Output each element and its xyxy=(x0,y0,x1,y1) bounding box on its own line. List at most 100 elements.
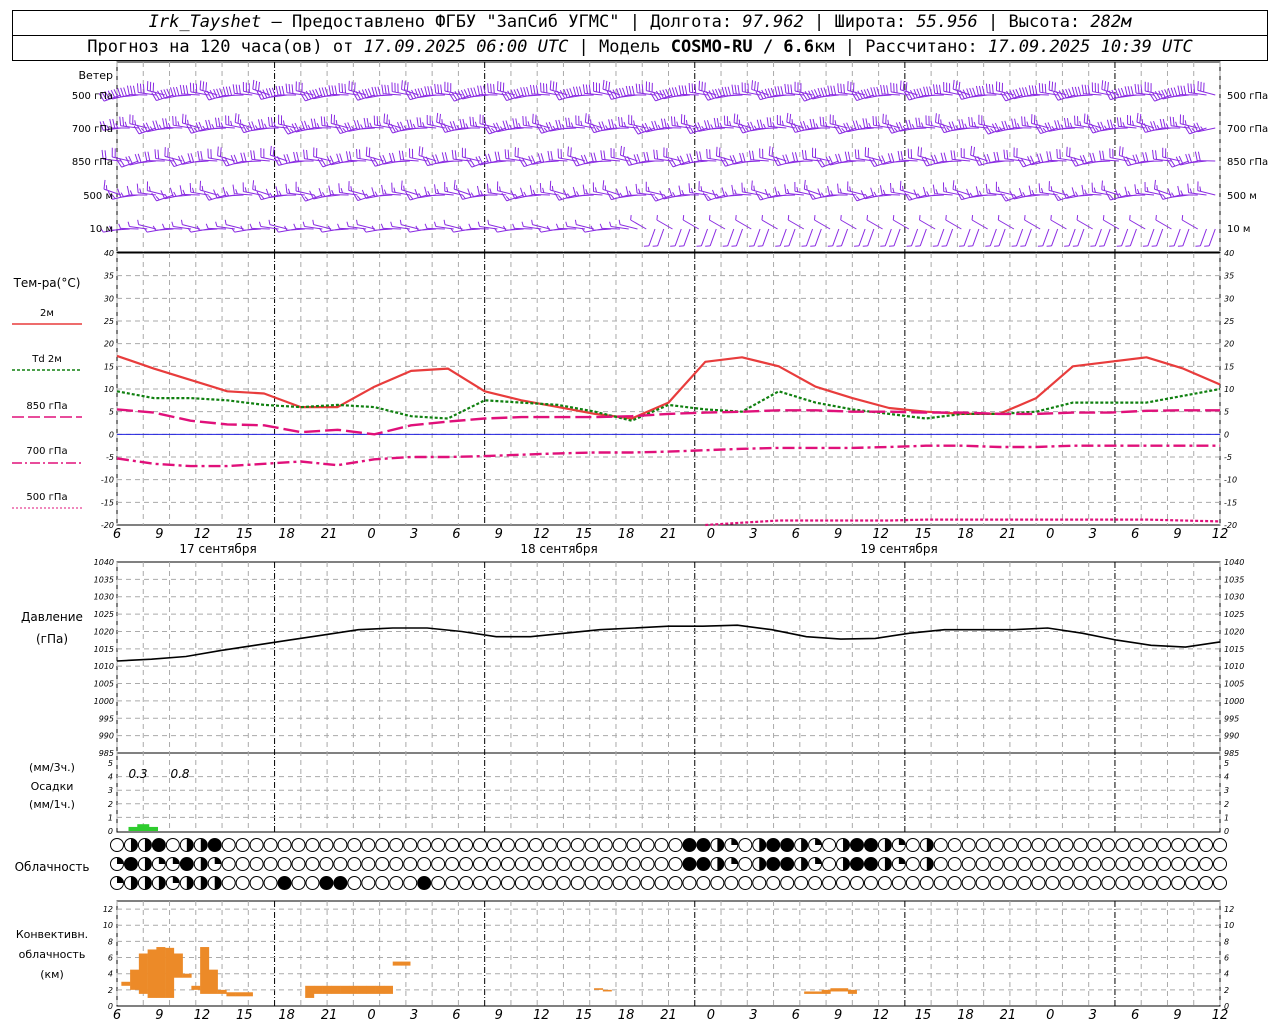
wind-barb-feather xyxy=(1084,84,1087,95)
cloud-symbol xyxy=(822,857,837,871)
wind-barb-feather xyxy=(555,82,558,92)
wind-barb-feather xyxy=(1121,147,1124,157)
wind-barb-feather xyxy=(1146,186,1149,192)
x-tick-temp: 9 xyxy=(1173,527,1181,542)
wind-barb-feather xyxy=(427,190,431,196)
wind-barb-feather xyxy=(523,191,527,197)
cloud-fill xyxy=(696,857,710,871)
wind-barb-feather xyxy=(631,85,635,96)
wind-barb-feather xyxy=(215,221,218,227)
temp-tick-left: 40 xyxy=(104,249,114,258)
cloud-symbol xyxy=(514,876,529,890)
precip-tick-right: 4 xyxy=(1224,773,1229,782)
wind-barb-feather xyxy=(1107,82,1109,92)
wind-barb-feather xyxy=(232,184,235,194)
wind-barb xyxy=(136,183,157,196)
wind-barb-feather xyxy=(181,113,184,124)
wind-barb-feather xyxy=(684,85,688,95)
wind-barb xyxy=(1187,183,1207,196)
x-tick-conv: 3 xyxy=(1089,1008,1097,1023)
wind-barb xyxy=(267,116,288,129)
wind-barb-feather xyxy=(784,184,787,194)
wind-barb-staff xyxy=(330,228,349,231)
wind-barb-feather xyxy=(424,186,428,196)
wind-barb-feather xyxy=(724,191,729,197)
x-tick-temp: 3 xyxy=(749,527,757,542)
cloud-symbol xyxy=(738,857,753,871)
x-tick-temp: 21 xyxy=(660,527,677,542)
wind-barb-feather xyxy=(1173,87,1178,97)
cloud-fill xyxy=(759,838,766,852)
wind-barb-feather xyxy=(459,118,463,129)
wind-barb-feather xyxy=(348,80,350,91)
cloud-symbols xyxy=(110,838,1227,890)
wind-barb-feather xyxy=(938,84,942,95)
wind-barb-staff xyxy=(735,219,752,230)
wind-barb-feather xyxy=(791,152,796,162)
wind-barb-feather xyxy=(112,118,116,129)
cloud-symbol xyxy=(626,838,641,852)
cloud-fill xyxy=(717,838,724,852)
x-tick-conv: 6 xyxy=(792,1008,800,1023)
wind-barb-feather xyxy=(685,119,688,125)
precip-tick-right: 1 xyxy=(1224,813,1229,822)
wind-barb-feather xyxy=(542,187,545,193)
wind-barb-feather xyxy=(1155,215,1157,221)
conv-tick-left: 10 xyxy=(103,921,113,930)
wind-barb-feather xyxy=(1026,121,1029,127)
wind-barb-feather xyxy=(1145,152,1149,162)
wind-barb-staff xyxy=(761,219,778,230)
wind-barb-feather xyxy=(470,192,475,198)
x-tick-temp: 9 xyxy=(834,527,842,542)
pres-tick-left: 990 xyxy=(99,732,114,741)
pres-tick-right: 985 xyxy=(1224,749,1239,758)
x-tick-temp: 18 xyxy=(618,527,635,542)
label-precip: Осадки xyxy=(31,780,74,793)
cloud-fill xyxy=(717,857,724,871)
wind-barb-feather xyxy=(532,113,534,124)
temp-tick-left: -10 xyxy=(101,476,114,485)
cloud-symbol xyxy=(738,876,753,890)
cloud-fill xyxy=(801,838,808,852)
cloud-symbol xyxy=(514,838,529,852)
wind-barb-feather xyxy=(678,85,682,95)
wind-barb-feather xyxy=(751,150,755,161)
wind-barb-feather xyxy=(285,183,288,194)
cloud-fill xyxy=(144,876,152,890)
wind-barb-feather xyxy=(952,79,955,90)
wind-barb-feather xyxy=(785,154,790,164)
wind-barb-staff xyxy=(164,227,183,230)
wind-barb-feather xyxy=(1109,195,1114,200)
wind-barb-staff xyxy=(558,227,577,230)
pres-tick-left: 1000 xyxy=(94,697,114,706)
wind-barb-feather xyxy=(960,194,965,200)
wind-barb-staff xyxy=(762,228,770,247)
cloud-symbol xyxy=(514,857,529,871)
wind-barb-staff xyxy=(919,219,936,230)
wind-barb-feather xyxy=(252,180,255,190)
cloud-fill xyxy=(926,857,934,871)
cloud-symbol xyxy=(598,876,613,890)
temp-tick-right: 35 xyxy=(1224,272,1234,281)
wind-barb-feather xyxy=(706,148,708,159)
wind-barb-feather xyxy=(1031,190,1035,195)
wind-barb-feather xyxy=(260,119,265,129)
cloud-symbol xyxy=(486,838,501,852)
wind-barb-feather xyxy=(578,86,583,96)
wind-barb-feather xyxy=(103,179,106,190)
wind-barb-feather xyxy=(729,121,732,127)
cloud-fill xyxy=(815,838,822,845)
cloud-symbol xyxy=(445,857,460,871)
wind-barb-feather xyxy=(721,86,726,97)
wind-barb-feather xyxy=(618,219,621,225)
wind-barb-feather xyxy=(610,194,615,200)
wind-barb xyxy=(880,228,892,247)
wind-barb-feather xyxy=(1028,185,1032,195)
cloud-symbol xyxy=(542,838,557,852)
wind-barb-feather xyxy=(893,127,898,132)
wind-barb-feather xyxy=(1137,84,1140,94)
wind-barb-staff xyxy=(700,228,708,247)
cloud-symbol xyxy=(459,857,474,871)
cloud-symbol xyxy=(486,857,501,871)
wind-barb-feather xyxy=(1127,86,1131,96)
